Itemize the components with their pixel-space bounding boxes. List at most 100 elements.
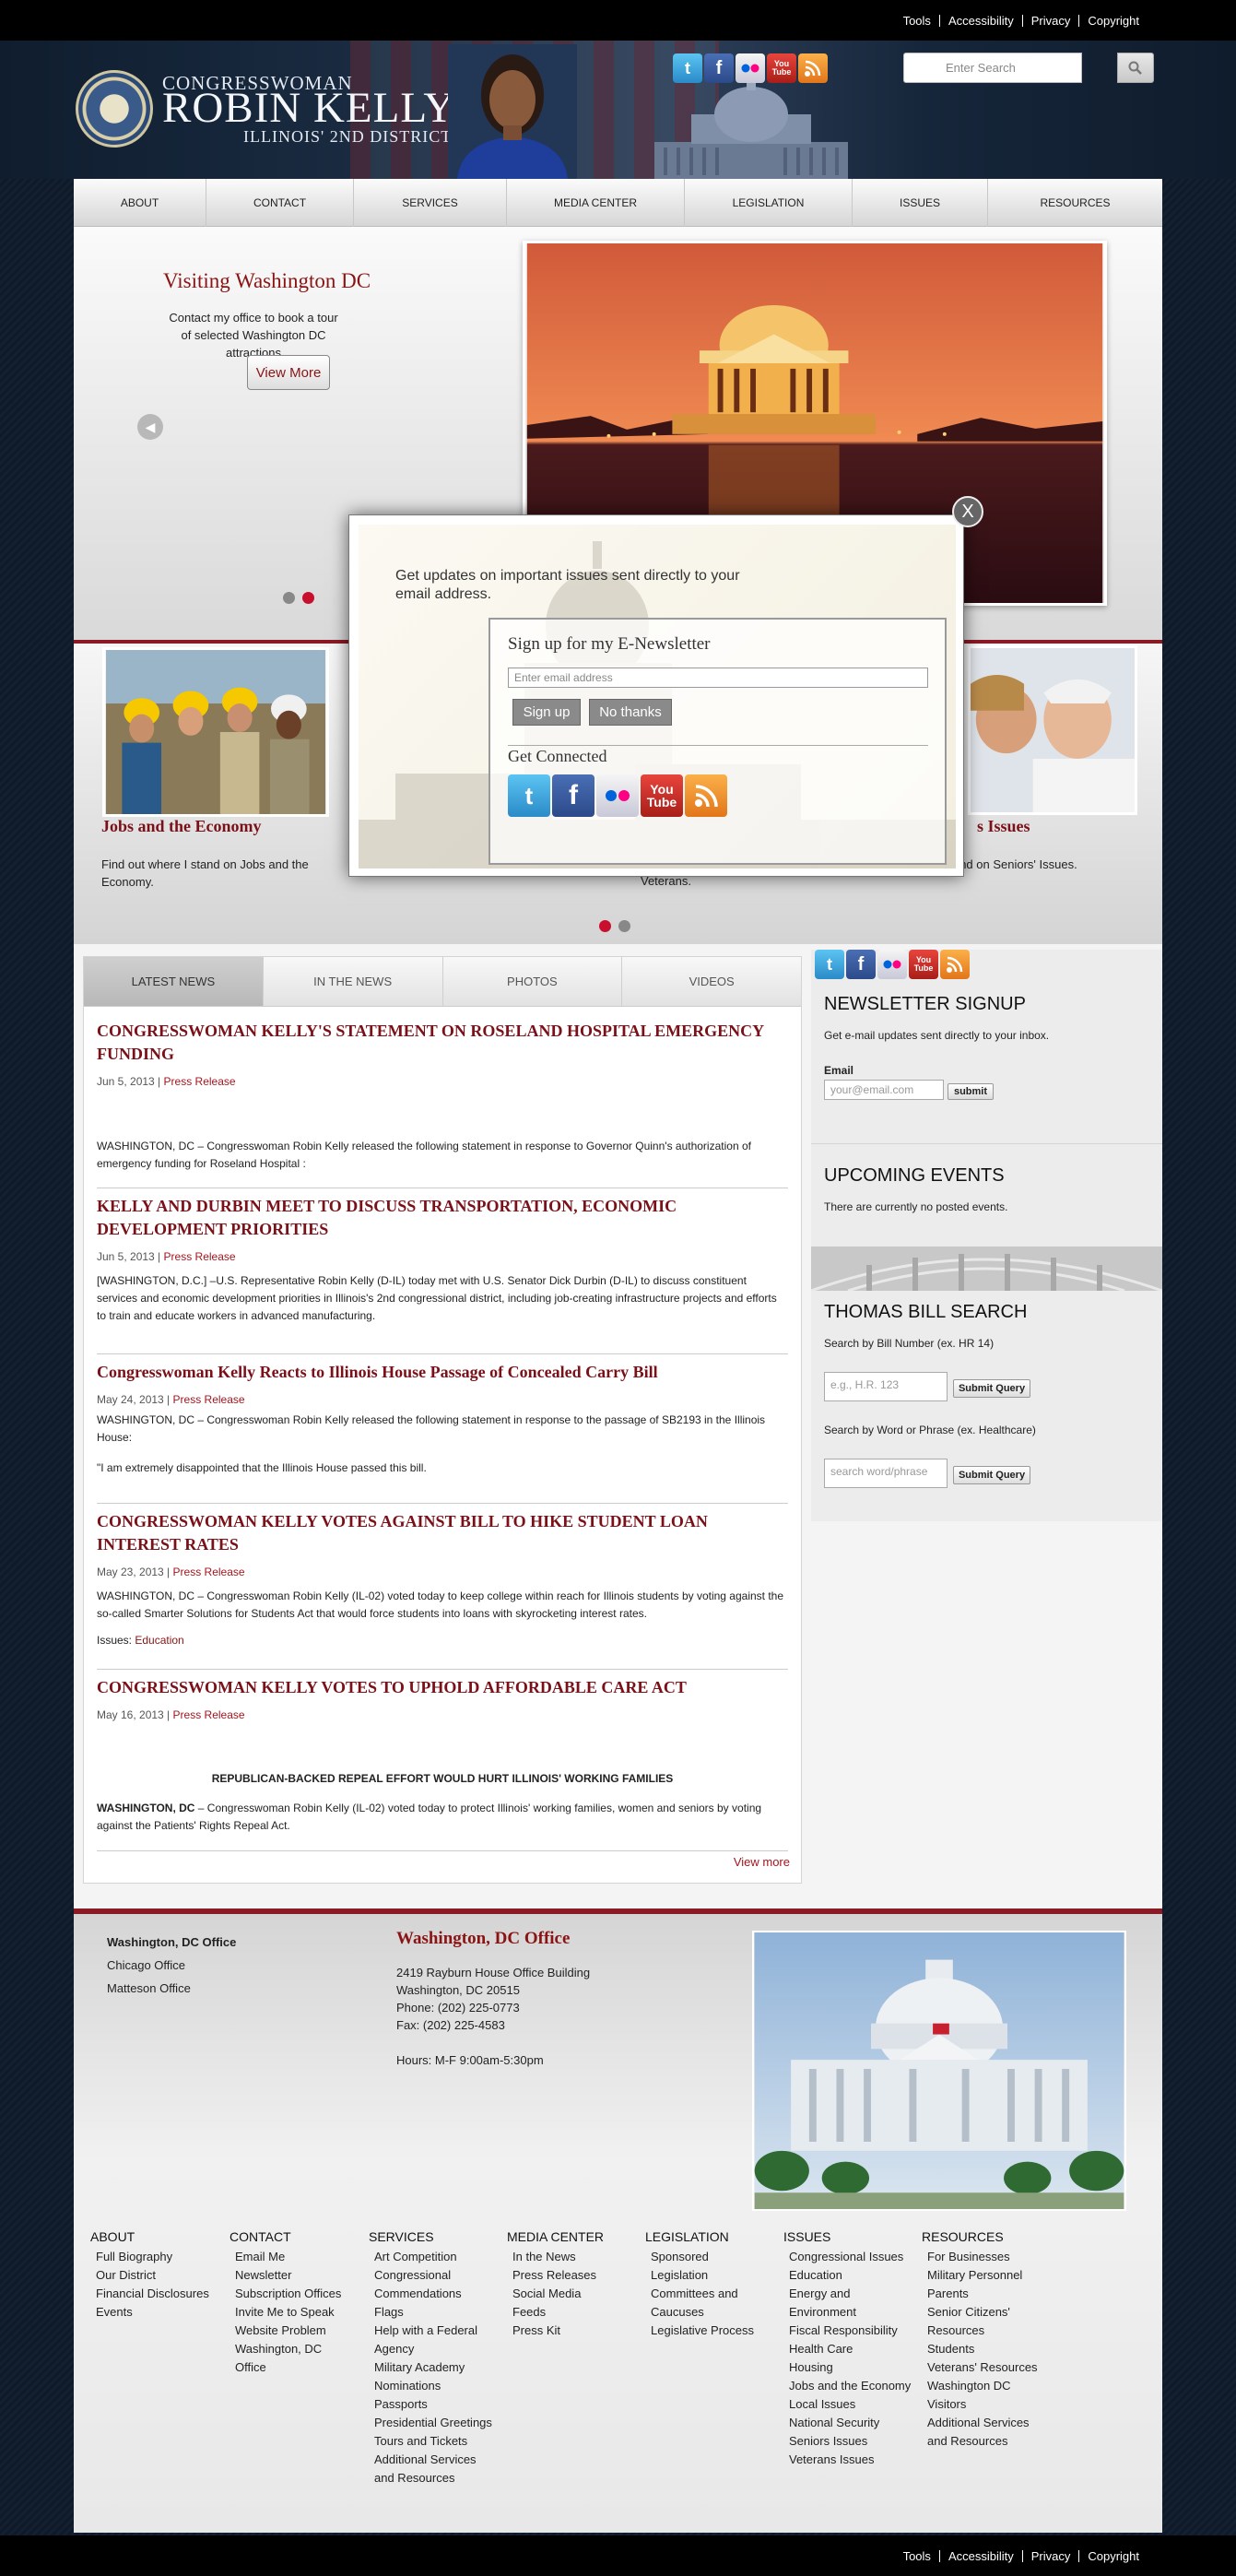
footer-link[interactable]: For Businesses [922, 2248, 1051, 2266]
footer-link[interactable]: Newsletter Subscription Offices [230, 2266, 349, 2303]
nav-about[interactable]: ABOUT [74, 179, 206, 227]
footer-link[interactable]: Our District [90, 2266, 209, 2285]
news-title[interactable]: CONGRESSWOMAN KELLY VOTES AGAINST BILL T… [97, 1510, 788, 1556]
footer-link[interactable]: Press Releases [507, 2266, 627, 2285]
news-title[interactable]: Congresswoman Kelly Reacts to Illinois H… [97, 1361, 788, 1384]
youtube-icon[interactable]: You Tube [767, 53, 796, 83]
footer-link[interactable]: Additional Services and Resources [369, 2451, 493, 2487]
tab-latest-news[interactable]: LATEST NEWS [84, 957, 264, 1006]
privacy-link[interactable]: Privacy [1021, 14, 1079, 27]
twitter-icon[interactable]: t [815, 950, 844, 979]
footer-link[interactable]: Veterans Issues [783, 2451, 912, 2469]
tab-in-the-news[interactable]: IN THE NEWS [263, 957, 443, 1006]
footer-heading[interactable]: RESOURCES [922, 2229, 1051, 2244]
youtube-icon[interactable]: You Tube [909, 950, 938, 979]
footer-link[interactable]: Committees and Caucuses [645, 2285, 765, 2322]
slider-dot-1[interactable] [283, 592, 295, 604]
footer-link[interactable]: Housing [783, 2358, 912, 2377]
footer-heading[interactable]: LEGISLATION [645, 2229, 765, 2244]
view-more-button[interactable]: View More [247, 355, 330, 390]
footer-link[interactable]: Local Issues [783, 2395, 912, 2414]
footer-link[interactable]: Energy and Environment [783, 2285, 912, 2322]
footer-heading[interactable]: MEDIA CENTER [507, 2229, 627, 2244]
footer-link[interactable]: Jobs and the Economy [783, 2377, 912, 2395]
press-release-link[interactable]: Press Release [173, 1708, 245, 1721]
footer-link[interactable]: Press Kit [507, 2322, 627, 2340]
footer-link[interactable]: Help with a Federal Agency [369, 2322, 493, 2358]
footer-link[interactable]: Seniors Issues [783, 2432, 912, 2451]
footer-link[interactable]: Events [90, 2303, 209, 2322]
header-search-button[interactable] [1117, 53, 1154, 83]
footer-heading[interactable]: ISSUES [783, 2229, 912, 2244]
news-title[interactable]: CONGRESSWOMAN KELLY'S STATEMENT ON ROSEL… [97, 1020, 788, 1066]
view-more-link[interactable]: View more [734, 1855, 790, 1869]
press-release-link[interactable]: Press Release [173, 1566, 245, 1578]
rss-icon[interactable] [685, 774, 727, 817]
flickr-icon[interactable] [877, 950, 907, 979]
footer-link[interactable]: Students [922, 2340, 1051, 2358]
office-link-chicago[interactable]: Chicago Office [107, 1954, 236, 1977]
tools-link[interactable]: Tools [895, 2550, 939, 2562]
footer-link[interactable]: Website Problem [230, 2322, 349, 2340]
twitter-icon[interactable]: t [673, 53, 702, 83]
modal-close-button[interactable]: X [952, 496, 983, 527]
footer-heading[interactable]: CONTACT [230, 2229, 349, 2244]
footer-link[interactable]: Passports [369, 2395, 493, 2414]
footer-link[interactable]: Washington DC Visitors [922, 2377, 1051, 2414]
nav-services[interactable]: SERVICES [354, 179, 507, 227]
flickr-icon[interactable] [596, 774, 639, 817]
office-link-washington[interactable]: Washington, DC Office [107, 1931, 236, 1954]
nav-legislation[interactable]: LEGISLATION [685, 179, 853, 227]
modal-no-thanks-button[interactable]: No thanks [589, 699, 672, 726]
tools-link[interactable]: Tools [895, 15, 939, 27]
tab-photos[interactable]: PHOTOS [442, 957, 623, 1006]
press-release-link[interactable]: Press Release [173, 1393, 245, 1406]
footer-link[interactable]: Presidential Greetings [369, 2414, 493, 2432]
footer-link[interactable]: Feeds [507, 2303, 627, 2322]
footer-link[interactable]: Flags [369, 2303, 493, 2322]
nav-resources[interactable]: RESOURCES [988, 179, 1162, 227]
features-dot-2[interactable] [618, 920, 630, 932]
footer-link[interactable]: Social Media [507, 2285, 627, 2303]
footer-link[interactable]: Military Academy Nominations [369, 2358, 493, 2395]
youtube-icon[interactable]: You Tube [641, 774, 683, 817]
nav-issues[interactable]: ISSUES [853, 179, 988, 227]
copyright-link[interactable]: Copyright [1078, 2549, 1148, 2562]
slider-prev-arrow[interactable]: ◀ [137, 414, 163, 440]
rss-icon[interactable] [940, 950, 970, 979]
footer-link[interactable]: Military Personnel [922, 2266, 1051, 2285]
footer-link[interactable]: Congressional Issues [783, 2248, 912, 2266]
footer-link[interactable]: Washington, DC Office [230, 2340, 349, 2377]
twitter-icon[interactable]: t [508, 774, 550, 817]
facebook-icon[interactable]: f [846, 950, 876, 979]
footer-link[interactable]: Tours and Tickets [369, 2432, 493, 2451]
office-link-matteson[interactable]: Matteson Office [107, 1977, 236, 2000]
newsletter-submit-button[interactable]: submit [948, 1083, 994, 1100]
modal-email-input[interactable]: Enter email address [508, 668, 928, 688]
footer-link[interactable]: Parents [922, 2285, 1051, 2303]
accessibility-link[interactable]: Accessibility [938, 14, 1022, 27]
footer-link[interactable]: Art Competition [369, 2248, 493, 2266]
press-release-link[interactable]: Press Release [164, 1250, 236, 1263]
flickr-icon[interactable] [736, 53, 765, 83]
header-search-input[interactable]: Enter Search [903, 53, 1082, 83]
brand-name[interactable]: ROBIN KELLY [162, 83, 455, 133]
footer-link[interactable]: Full Biography [90, 2248, 209, 2266]
press-release-link[interactable]: Press Release [164, 1075, 236, 1088]
features-dot-1[interactable] [599, 920, 611, 932]
rss-icon[interactable] [798, 53, 828, 83]
slider-dot-2[interactable] [302, 592, 314, 604]
footer-link[interactable]: Veterans' Resources [922, 2358, 1051, 2377]
tab-videos[interactable]: VIDEOS [622, 957, 801, 1006]
footer-link[interactable]: In the News [507, 2248, 627, 2266]
modal-signup-button[interactable]: Sign up [512, 699, 581, 726]
footer-link[interactable]: Health Care [783, 2340, 912, 2358]
footer-link[interactable]: Email Me [230, 2248, 349, 2266]
issue-education-link[interactable]: Education [135, 1634, 183, 1647]
nav-media-center[interactable]: MEDIA CENTER [507, 179, 685, 227]
feature-jobs-title[interactable]: Jobs and the Economy [101, 817, 262, 836]
footer-link[interactable]: Sponsored Legislation [645, 2248, 765, 2285]
footer-link[interactable]: National Security [783, 2414, 912, 2432]
accessibility-link[interactable]: Accessibility [938, 2549, 1022, 2562]
bill-submit-query-button[interactable]: Submit Query [953, 1379, 1030, 1398]
